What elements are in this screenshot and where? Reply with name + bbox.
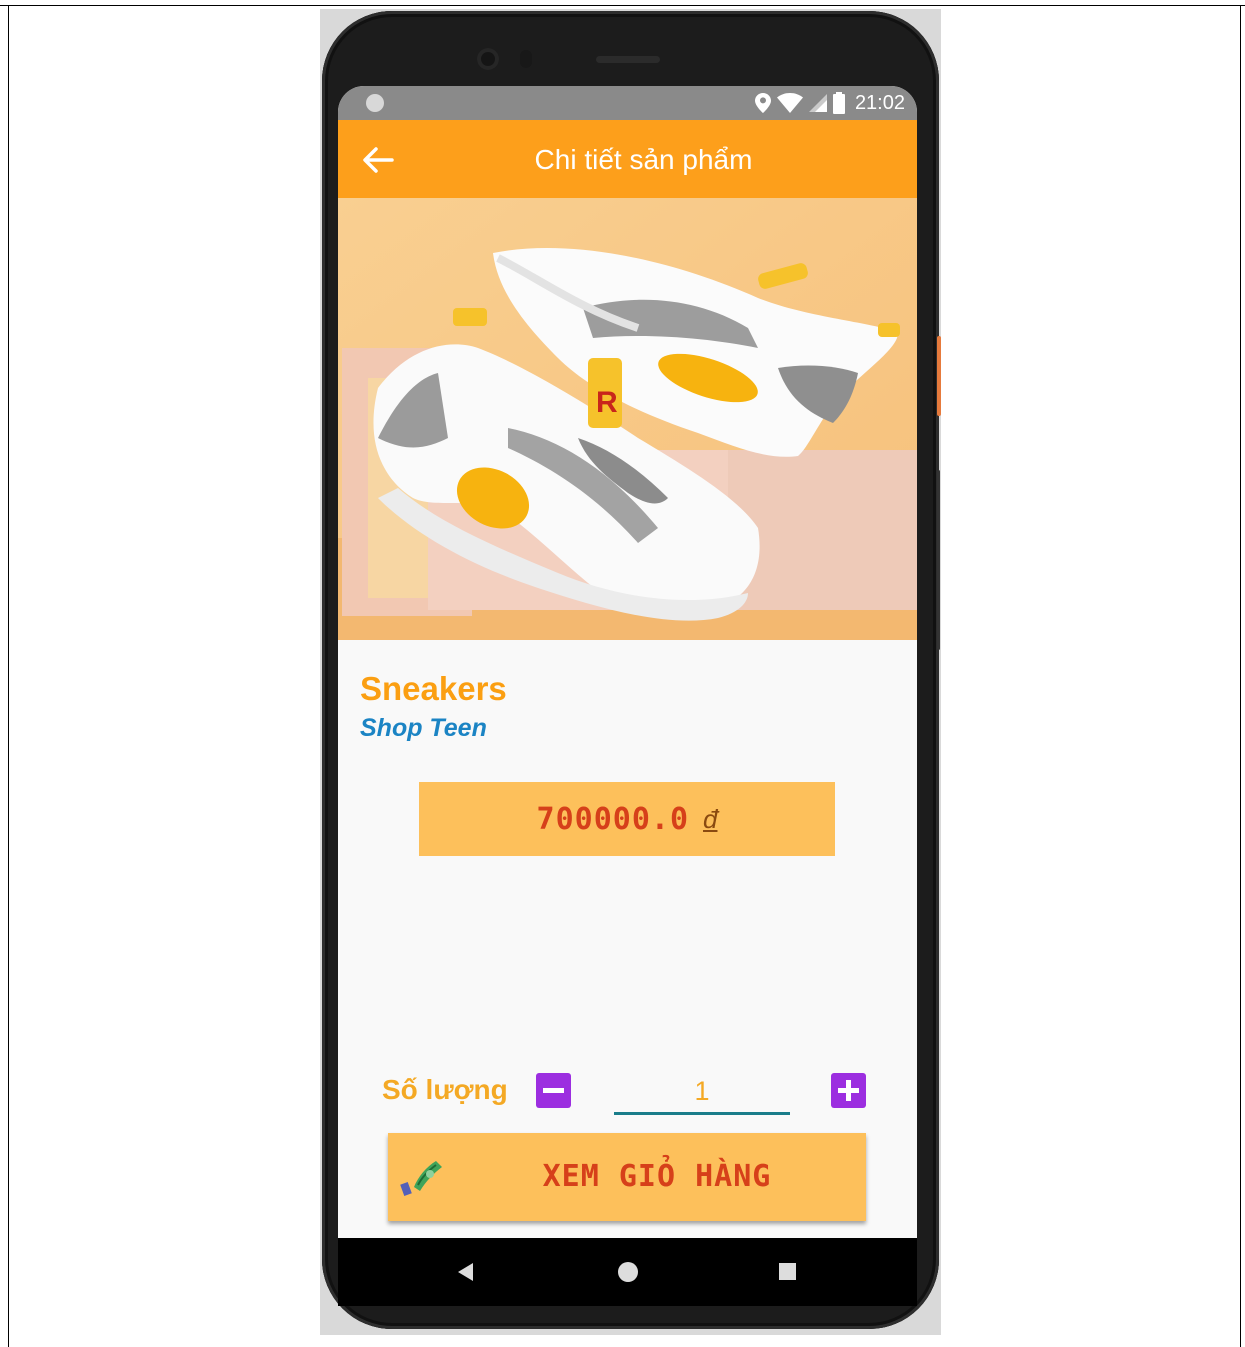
plus-icon-vertical (846, 1080, 851, 1101)
status-bar: 21:02 (338, 86, 917, 120)
view-cart-button[interactable]: XEM GIỎ HÀNG (388, 1133, 866, 1221)
front-camera (477, 48, 499, 70)
quantity-label: Số lượng (382, 1074, 508, 1105)
increase-quantity-button[interactable] (831, 1073, 866, 1108)
frame-right-line (1240, 5, 1241, 1347)
status-icons: 21:02 (754, 90, 905, 116)
product-name: Sneakers (360, 670, 507, 707)
wifi-icon (776, 93, 803, 113)
signal-icon (808, 94, 827, 112)
shop-name: Shop Teen (360, 714, 487, 742)
frame-top-line (0, 5, 1245, 6)
phone-screen: 21:02 Chi tiết sản phẩm R Sneakers Shop … (338, 86, 917, 1238)
earpiece-speaker (596, 56, 660, 63)
navigation-bar (338, 1238, 917, 1306)
product-price: 700000.0 (536, 801, 690, 837)
product-image: R (338, 198, 917, 640)
volume-button (937, 470, 940, 650)
page-title: Chi tiết sản phẩm (534, 144, 753, 175)
nav-home-icon[interactable] (618, 1262, 638, 1282)
view-cart-label: XEM GIỎ HÀNG (542, 1159, 772, 1194)
notification-dot-icon (366, 94, 384, 112)
currency-symbol: đ (703, 803, 718, 834)
location-icon (754, 93, 771, 113)
app-bar: Chi tiết sản phẩm (338, 120, 917, 198)
status-time: 21:02 (854, 91, 905, 114)
price-box: 700000.0 đ (419, 782, 835, 856)
svg-text:R: R (596, 386, 618, 419)
sensor (520, 50, 532, 68)
nav-recents-icon[interactable] (779, 1263, 796, 1280)
minus-icon (543, 1088, 564, 1093)
quantity-input[interactable]: 1 (614, 1070, 790, 1115)
nav-back-icon[interactable] (458, 1263, 473, 1281)
money-icon (400, 1161, 442, 1197)
decrease-quantity-button[interactable] (536, 1073, 571, 1108)
frame-left-line (8, 5, 9, 1347)
power-button (937, 336, 941, 416)
battery-icon (832, 92, 845, 114)
